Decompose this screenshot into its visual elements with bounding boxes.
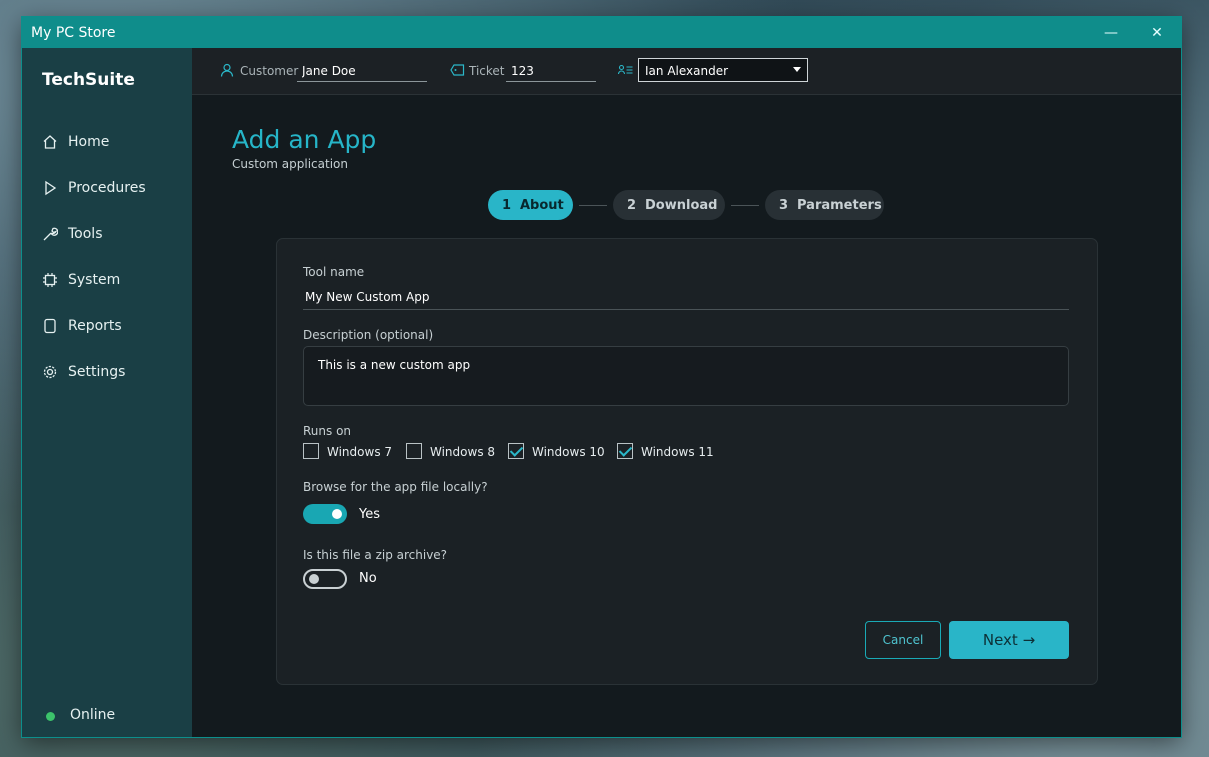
- title-bar[interactable]: My PC Store — ✕: [22, 17, 1181, 48]
- gear-icon: [43, 365, 57, 379]
- checkbox-box[interactable]: [303, 443, 319, 459]
- form-card: Tool name Description (optional) This is…: [276, 238, 1098, 685]
- checkbox-box-checked[interactable]: [508, 443, 524, 459]
- brand-name: TechSuite: [42, 70, 135, 90]
- checkbox-label: Windows 10: [532, 445, 605, 459]
- tool-name-input[interactable]: [303, 284, 1069, 310]
- status-label: Online: [70, 707, 116, 723]
- step-download[interactable]: 2 Download: [613, 190, 725, 220]
- step-label: About: [520, 198, 564, 213]
- window-title: My PC Store: [31, 25, 116, 41]
- step-number: 2: [627, 198, 637, 213]
- page-subtitle: Custom application: [232, 157, 348, 171]
- toggle-knob: [309, 574, 319, 584]
- toggle-knob: [332, 509, 342, 519]
- checkbox-label: Windows 8: [430, 445, 496, 459]
- home-icon: [43, 135, 57, 149]
- zip-archive-state: No: [359, 571, 377, 586]
- sidebar: TechSuite Home Procedures Tools System R…: [22, 48, 192, 737]
- ticket-icon: [450, 64, 465, 76]
- play-icon: [45, 180, 57, 196]
- user-icon: [220, 63, 234, 77]
- sidebar-item-label: System: [68, 272, 121, 288]
- wrench-icon: [43, 227, 58, 241]
- minimize-button[interactable]: —: [1100, 22, 1122, 44]
- main-content: Add an App Custom application 1 About 2 …: [192, 95, 1181, 737]
- chevron-down-icon: [793, 67, 801, 72]
- close-button[interactable]: ✕: [1146, 22, 1168, 44]
- description-label: Description (optional): [303, 328, 434, 342]
- browse-locally-label: Browse for the app file locally?: [303, 480, 488, 494]
- step-label: Download: [645, 198, 718, 213]
- checkbox-box[interactable]: [406, 443, 422, 459]
- sidebar-item-home[interactable]: Home: [22, 122, 192, 162]
- sidebar-item-label: Home: [68, 134, 110, 150]
- status-dot: [46, 712, 55, 721]
- technician-selected-value: Ian Alexander: [645, 64, 729, 78]
- sidebar-item-procedures[interactable]: Procedures: [22, 168, 192, 208]
- checkbox-label: Windows 7: [327, 445, 393, 459]
- sidebar-item-label: Reports: [68, 318, 122, 334]
- sidebar-item-reports[interactable]: Reports: [22, 306, 192, 346]
- step-about[interactable]: 1 About: [488, 190, 573, 220]
- browse-locally-state: Yes: [359, 507, 380, 522]
- step-number: 3: [779, 198, 789, 213]
- contact-card-icon: [618, 64, 633, 75]
- document-icon: [44, 318, 56, 334]
- technician-select[interactable]: Ian Alexander: [638, 58, 808, 82]
- sidebar-item-label: Tools: [68, 226, 103, 242]
- checkbox-label: Windows 11: [641, 445, 714, 459]
- ticket-label: Ticket: [469, 64, 505, 78]
- sidebar-item-label: Procedures: [68, 180, 146, 196]
- customer-input[interactable]: [297, 60, 427, 82]
- sidebar-item-settings[interactable]: Settings: [22, 352, 192, 392]
- step-number: 1: [502, 198, 512, 213]
- cancel-button[interactable]: Cancel: [865, 621, 941, 659]
- description-textarea[interactable]: This is a new custom app: [303, 346, 1069, 406]
- page-title: Add an App: [232, 125, 377, 154]
- step-connector: [731, 205, 759, 206]
- runs-on-label: Runs on: [303, 424, 352, 438]
- chip-icon: [43, 273, 57, 287]
- sidebar-item-label: Settings: [68, 364, 126, 380]
- step-label: Parameters: [797, 198, 882, 213]
- sidebar-item-system[interactable]: System: [22, 260, 192, 300]
- step-parameters[interactable]: 3 Parameters: [765, 190, 884, 220]
- next-button[interactable]: Next →: [949, 621, 1069, 659]
- checkbox-box-checked[interactable]: [617, 443, 633, 459]
- customer-label: Customer: [240, 64, 299, 78]
- browse-locally-toggle[interactable]: [303, 504, 347, 524]
- sidebar-item-tools[interactable]: Tools: [22, 214, 192, 254]
- top-bar: Customer Ticket Ian Alexander: [192, 48, 1181, 95]
- tool-name-label: Tool name: [303, 265, 365, 279]
- zip-archive-label: Is this file a zip archive?: [303, 548, 448, 562]
- ticket-input[interactable]: [506, 60, 596, 82]
- app-window: My PC Store — ✕ TechSuite Home Procedure…: [22, 17, 1181, 737]
- zip-archive-toggle[interactable]: [303, 569, 347, 589]
- step-connector: [579, 205, 607, 206]
